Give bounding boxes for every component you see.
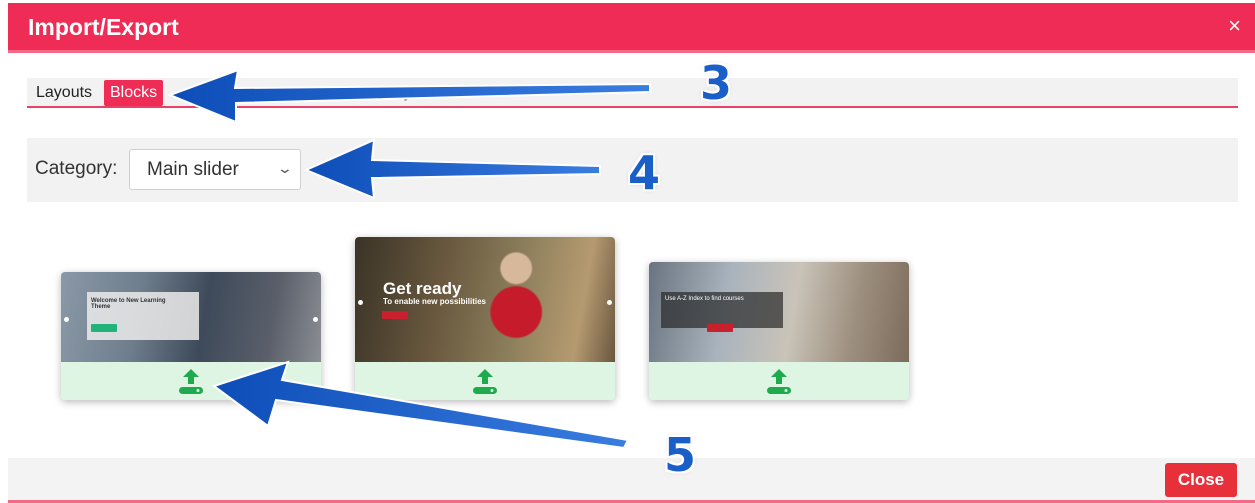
tab-layouts[interactable]: Layouts (30, 80, 98, 106)
block-card-a-z-index[interactable]: Use A-Z Index to find courses (649, 262, 909, 400)
category-select[interactable]: Main slider ⌄ (129, 149, 301, 190)
preview-title: Welcome to New Learning Theme (91, 298, 166, 310)
import-export-dialog: Import/Export × Layouts Blocks …p ort La… (0, 0, 1255, 503)
upload-icon (179, 369, 203, 394)
block-card-welcome[interactable]: Welcome to New Learning Theme (61, 272, 321, 400)
block-card-get-ready[interactable]: Get ready To enable new possibilities (355, 237, 615, 400)
block-preview-image: Use A-Z Index to find courses (649, 262, 909, 362)
preview-button (91, 324, 117, 332)
annotation-arrows (167, 68, 651, 450)
preview-subtitle: To enable new possibilities (383, 297, 486, 306)
tab-bar: Layouts Blocks …p ort Layout (27, 78, 1238, 108)
slider-dot-left (358, 299, 363, 305)
import-block-button[interactable] (61, 362, 321, 400)
preview-title: Use A-Z Index to find courses (665, 296, 744, 302)
close-icon[interactable]: × (1228, 13, 1241, 39)
category-selected-value: Main slider (147, 159, 239, 180)
annotation-number-5: 5 (664, 428, 697, 482)
annotation-number-3: 3 (700, 56, 733, 110)
annotation-number-4: 4 (628, 146, 661, 200)
slider-dot-left (64, 317, 69, 322)
upload-icon (767, 369, 791, 394)
dialog-header: Import/Export × (8, 3, 1255, 53)
import-block-button[interactable] (355, 362, 615, 400)
preview-title: Get ready (383, 279, 462, 298)
dialog-footer: Close (8, 458, 1255, 503)
preview-button (707, 324, 733, 332)
category-label: Category: (35, 158, 118, 179)
block-preview-image: Get ready To enable new possibilities (355, 237, 615, 362)
slider-dot-right (607, 299, 612, 305)
upload-icon (473, 369, 497, 394)
chevron-down-icon: ⌄ (276, 160, 294, 176)
block-preview-image: Welcome to New Learning Theme (61, 272, 321, 362)
import-block-button[interactable] (649, 362, 909, 400)
tab-import-layout-fragment[interactable]: ort Layout (357, 80, 440, 106)
tab-blocks[interactable]: Blocks (104, 80, 164, 106)
preview-button (382, 311, 408, 319)
close-button[interactable]: Close (1165, 463, 1237, 497)
tab-export-layout-fragment[interactable]: …p (277, 80, 314, 106)
slider-dot-right (313, 317, 318, 322)
dialog-title: Import/Export (28, 14, 179, 40)
